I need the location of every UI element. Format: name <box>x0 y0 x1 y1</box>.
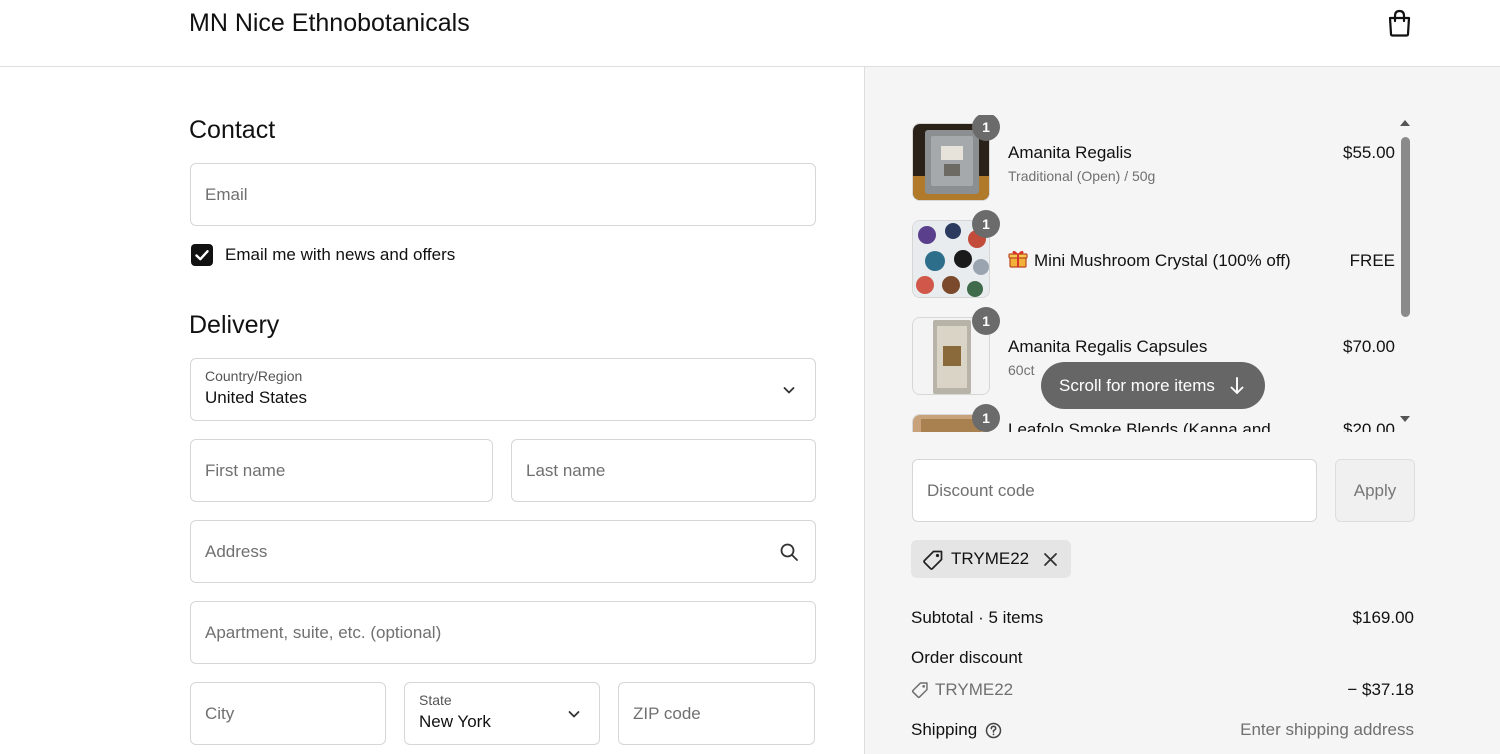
city-placeholder: City <box>205 704 235 723</box>
quantity-badge: 1 <box>972 115 1000 141</box>
state-value: New York <box>419 712 491 731</box>
shopping-bag-icon[interactable] <box>1386 9 1413 37</box>
city-field[interactable]: City <box>190 682 386 745</box>
chevron-down-icon <box>783 387 795 394</box>
item-price: FREE <box>1349 251 1395 270</box>
discount-code-field[interactable]: Discount code <box>912 459 1317 522</box>
country-value: United States <box>205 388 308 407</box>
apartment-placeholder: Apartment, suite, etc. (optional) <box>205 623 442 642</box>
scrollbar-thumb[interactable] <box>1401 137 1410 317</box>
quantity-badge: 1 <box>972 307 1000 335</box>
country-label: Country/Region <box>205 368 303 384</box>
zip-placeholder: ZIP code <box>633 704 701 723</box>
item-variant: 60ct <box>1008 362 1035 378</box>
item-name: Leafolo Smoke Blends (Kanna and <box>1008 420 1271 432</box>
email-field[interactable]: Email <box>190 163 816 226</box>
address-field[interactable]: Address <box>190 520 816 583</box>
shipping-label: Shipping <box>911 720 978 739</box>
tag-icon <box>911 682 928 699</box>
help-icon[interactable] <box>985 722 1002 739</box>
item-name: Mini Mushroom Crystal (100% off) <box>1034 251 1291 270</box>
order-discount-code: TRYME22 <box>935 680 1014 699</box>
scroll-hint-label: Scroll for more items <box>1059 376 1215 395</box>
newsletter-checkbox[interactable] <box>191 244 213 266</box>
state-label: State <box>419 692 452 708</box>
last-name-placeholder: Last name <box>526 461 606 480</box>
shipping-value: Enter shipping address <box>1240 720 1414 739</box>
first-name-field[interactable]: First name <box>190 439 493 502</box>
tag-icon <box>923 550 943 570</box>
item-variant: Traditional (Open) / 50g <box>1008 168 1156 184</box>
item-name: Amanita Regalis Capsules <box>1008 337 1208 356</box>
email-placeholder: Email <box>205 185 248 204</box>
contact-heading: Contact <box>189 116 276 144</box>
last-name-field[interactable]: Last name <box>511 439 816 502</box>
scroll-for-more-button[interactable]: Scroll for more items <box>1041 362 1265 409</box>
zip-field[interactable]: ZIP code <box>618 682 815 745</box>
address-placeholder: Address <box>205 542 268 561</box>
item-price: $55.00 <box>1343 143 1395 162</box>
arrow-down-icon <box>1230 377 1244 394</box>
scroll-down-icon[interactable] <box>1399 414 1411 424</box>
apartment-field[interactable]: Apartment, suite, etc. (optional) <box>190 601 816 664</box>
applied-discount-chip: TRYME22 <box>911 540 1071 578</box>
item-price: $70.00 <box>1343 337 1395 356</box>
scroll-up-icon[interactable] <box>1399 118 1411 128</box>
subtotal-label: Subtotal · 5 items <box>911 608 1044 627</box>
chevron-down-icon <box>568 711 580 718</box>
subtotal-value: $169.00 <box>1352 608 1414 627</box>
applied-discount-code: TRYME22 <box>951 549 1030 568</box>
gift-icon <box>1008 250 1028 268</box>
checkmark-icon <box>195 250 209 261</box>
state-select[interactable]: State New York <box>404 682 600 745</box>
store-name[interactable]: MN Nice Ethnobotanicals <box>189 9 470 37</box>
item-price: $20.00 <box>1343 420 1395 432</box>
first-name-placeholder: First name <box>205 461 286 480</box>
order-discount-value: − $37.18 <box>1347 680 1414 699</box>
delivery-heading: Delivery <box>189 311 280 339</box>
close-icon[interactable] <box>1043 552 1058 567</box>
item-name: Amanita Regalis <box>1008 143 1132 162</box>
apply-button[interactable]: Apply <box>1335 459 1415 522</box>
country-select[interactable]: Country/Region United States <box>190 358 816 421</box>
newsletter-label[interactable]: Email me with news and offers <box>225 245 455 265</box>
quantity-badge: 1 <box>972 404 1000 432</box>
header: MN Nice Ethnobotanicals <box>0 0 1500 67</box>
search-icon[interactable] <box>779 542 799 562</box>
order-discount-label: Order discount <box>911 648 1023 667</box>
quantity-badge: 1 <box>972 210 1000 238</box>
discount-placeholder: Discount code <box>927 481 1035 500</box>
